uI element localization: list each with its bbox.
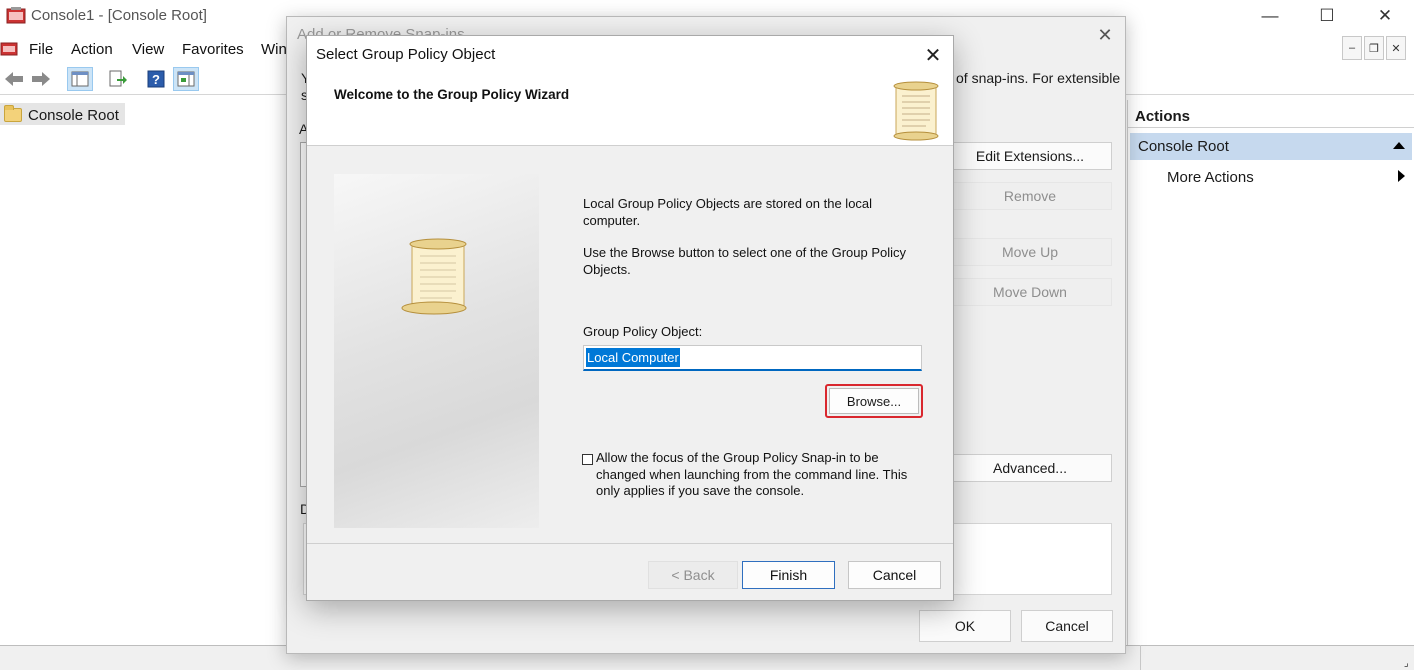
gpo-cancel-button[interactable]: Cancel	[848, 561, 941, 589]
snapin-description-text: of snap-ins. For extensible	[956, 70, 1121, 86]
close-button[interactable]: ✕	[1355, 0, 1414, 32]
collapse-arrow-icon[interactable]	[1393, 142, 1405, 149]
minimize-button[interactable]: —	[1240, 0, 1300, 32]
resize-grip-icon[interactable]: ⌟	[1404, 658, 1414, 670]
export-list-button[interactable]	[105, 67, 131, 91]
forward-button[interactable]	[28, 67, 54, 91]
window-title: Console1 - [Console Root]	[31, 7, 207, 24]
mdi-controls: – ❐ ✕	[1342, 36, 1414, 62]
menu-action[interactable]: Action	[71, 41, 113, 58]
show-tree-button[interactable]	[67, 67, 93, 91]
actions-section-console-root[interactable]: Console Root	[1130, 133, 1412, 160]
forward-arrow-icon	[32, 72, 50, 86]
gpo-close-button[interactable]: ✕	[920, 43, 946, 67]
menu-view[interactable]: View	[132, 41, 164, 58]
gpo-info-local-text: Local Group Policy Objects are stored on…	[583, 196, 873, 228]
move-down-button[interactable]: Move Down	[948, 278, 1112, 306]
action-pane-icon	[177, 71, 195, 87]
finish-button[interactable]: Finish	[742, 561, 835, 589]
snapin-close-button[interactable]: ✕	[1094, 24, 1116, 46]
menu-file[interactable]: File	[29, 41, 53, 58]
gpo-name-field[interactable]: Local Computer	[583, 345, 922, 371]
actions-header: Actions	[1127, 104, 1414, 128]
help-icon: ?	[147, 70, 165, 88]
gpo-field-label: Group Policy Object:	[583, 324, 703, 339]
status-bar-divider	[1140, 645, 1141, 670]
snapin-cancel-button[interactable]: Cancel	[1021, 610, 1113, 642]
mdi-restore-button[interactable]: ❐	[1364, 36, 1384, 60]
export-list-icon	[109, 70, 127, 87]
wizard-side-image	[334, 174, 539, 528]
gpo-footer-divider	[307, 543, 953, 544]
help-button[interactable]: ?	[143, 67, 169, 91]
svg-text:?: ?	[152, 72, 160, 87]
action-pane-button[interactable]	[173, 67, 199, 91]
back-button[interactable]	[1, 67, 27, 91]
ok-button[interactable]: OK	[919, 610, 1011, 642]
mdi-close-button[interactable]: ✕	[1386, 36, 1406, 60]
mdi-minimize-button[interactable]: –	[1342, 36, 1362, 60]
gpo-info-browse-text: Use the Browse button to select one of t…	[583, 245, 907, 277]
allow-focus-change-checkbox[interactable]	[582, 454, 593, 465]
browse-button[interactable]: Browse...	[829, 388, 919, 414]
mmc-app-icon	[6, 7, 26, 24]
allow-focus-change-label[interactable]: Allow the focus of the Group Policy Snap…	[596, 450, 926, 500]
menu-favorites[interactable]: Favorites	[182, 41, 244, 58]
maximize-button[interactable]: ☐	[1297, 0, 1357, 32]
show-tree-icon	[71, 71, 89, 87]
gpo-wizard-header	[307, 72, 953, 146]
back-arrow-icon	[5, 72, 23, 86]
description-box	[940, 523, 1112, 595]
menu-window[interactable]: Win	[261, 41, 287, 58]
remove-button[interactable]: Remove	[948, 182, 1112, 210]
tree-item-label: Console Root	[28, 106, 119, 124]
tree-pane	[0, 100, 300, 645]
scroll-icon	[401, 238, 467, 315]
move-up-button[interactable]: Move Up	[948, 238, 1112, 266]
submenu-arrow-icon	[1398, 170, 1405, 182]
more-actions-item[interactable]: More Actions	[1167, 169, 1254, 186]
gpo-wizard-heading: Welcome to the Group Policy Wizard	[334, 87, 570, 102]
gpo-name-field-value: Local Computer	[586, 348, 680, 367]
tree-item-console-root[interactable]: Console Root	[0, 103, 125, 125]
folder-icon	[4, 105, 22, 122]
back-button-disabled[interactable]: < Back	[648, 561, 738, 589]
scroll-icon	[893, 81, 939, 141]
advanced-button[interactable]: Advanced...	[948, 454, 1112, 482]
console-menu-icon[interactable]	[0, 40, 18, 58]
gpo-dialog-title: Select Group Policy Object	[316, 46, 496, 63]
edit-extensions-button[interactable]: Edit Extensions...	[948, 142, 1112, 170]
